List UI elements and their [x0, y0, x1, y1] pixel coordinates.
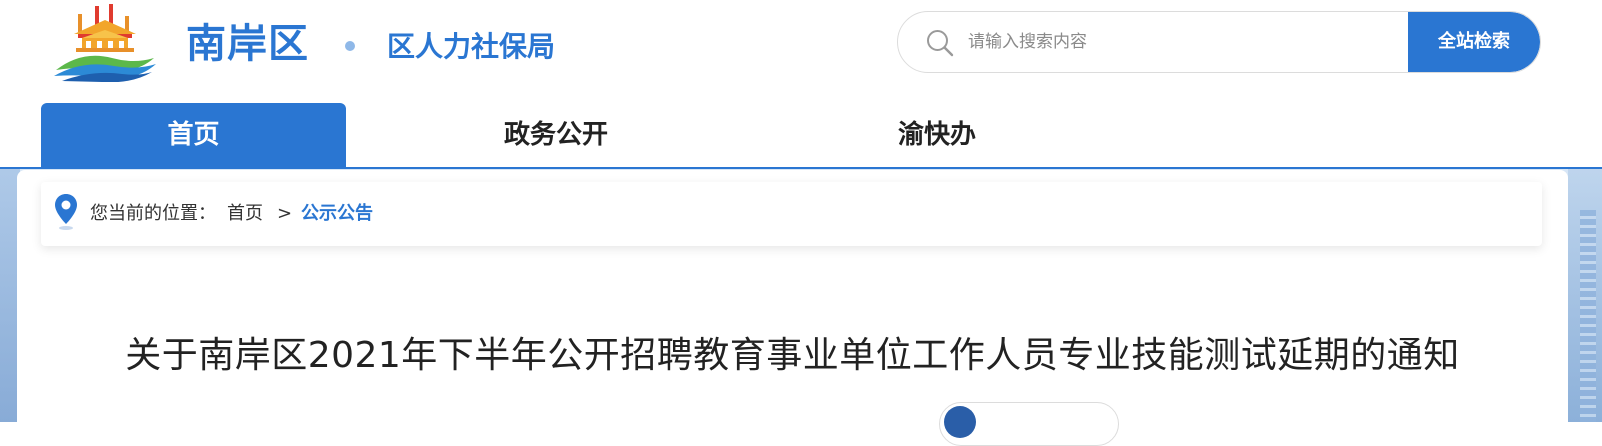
breadcrumb: 您当前的位置： 首页 > 公示公告 [41, 182, 1542, 246]
building-tower-decoration [1580, 210, 1596, 422]
breadcrumb-separator: > [277, 203, 293, 224]
title-separator-dot [345, 41, 355, 51]
search-icon [925, 28, 955, 58]
location-pin-icon [53, 193, 79, 231]
site-search-button[interactable]: 全站检索 [1408, 12, 1540, 72]
main-nav: 首页 政务公开 渝快办 [0, 103, 1602, 168]
nav-tab-yukuaiban[interactable]: 渝快办 [852, 103, 1022, 168]
content-panel: 您当前的位置： 首页 > 公示公告 关于南岸区2021年下半年公开招聘教育事业单… [17, 170, 1568, 446]
share-icon [944, 406, 976, 438]
search-bar: 全站检索 [897, 11, 1541, 73]
share-button[interactable] [939, 402, 1119, 446]
site-name[interactable]: 南岸区 [186, 18, 309, 70]
breadcrumb-home-link[interactable]: 首页 [227, 182, 263, 246]
department-name[interactable]: 区人力社保局 [387, 29, 555, 65]
site-header: 南岸区 区人力社保局 全站检索 [0, 0, 1602, 100]
search-input[interactable] [968, 12, 1388, 72]
nav-tab-government-affairs[interactable]: 政务公开 [451, 103, 661, 168]
nanan-logo-icon[interactable] [52, 4, 158, 83]
nav-underline [0, 167, 1602, 169]
article-title: 关于南岸区2021年下半年公开招聘教育事业单位工作人员专业技能测试延期的通知 [125, 335, 1460, 376]
breadcrumb-current[interactable]: 公示公告 [301, 182, 373, 246]
nav-tab-home[interactable]: 首页 [41, 103, 346, 168]
breadcrumb-prefix: 您当前的位置： [90, 203, 216, 224]
